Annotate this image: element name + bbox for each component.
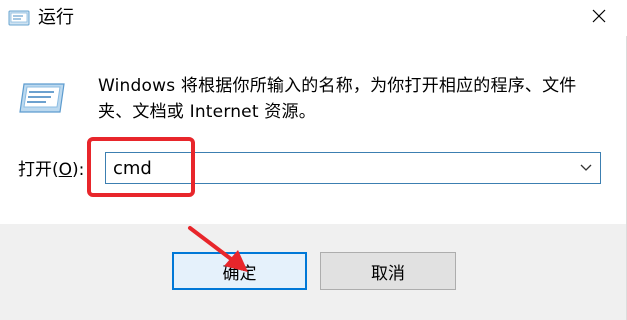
open-combobox[interactable] [105,152,601,184]
close-icon [591,8,607,28]
window-title: 运行 [38,7,74,28]
run-dialog-icon [18,80,70,116]
open-label-suffix: ): [72,160,85,180]
open-label-prefix: 打开( [18,160,59,180]
command-input[interactable] [109,153,573,183]
chevron-down-icon[interactable] [578,161,594,175]
cancel-button[interactable]: 取消 [320,252,456,290]
run-dialog: 运行 Windows 将根据你所输入的名称，为你打开相应的程序、文件夹、文档或 … [0,0,627,320]
ok-button[interactable]: 确定 [172,252,307,290]
title-bar[interactable]: 运行 [0,0,627,36]
close-button[interactable] [579,3,619,33]
open-label-accelerator: O [58,160,73,180]
dialog-description: Windows 将根据你所输入的名称，为你打开相应的程序、文件夹、文档或 Int… [98,76,577,122]
open-label: 打开(O): [18,159,84,181]
run-app-icon [8,8,32,28]
dialog-footer: 确定 取消 [0,224,626,320]
